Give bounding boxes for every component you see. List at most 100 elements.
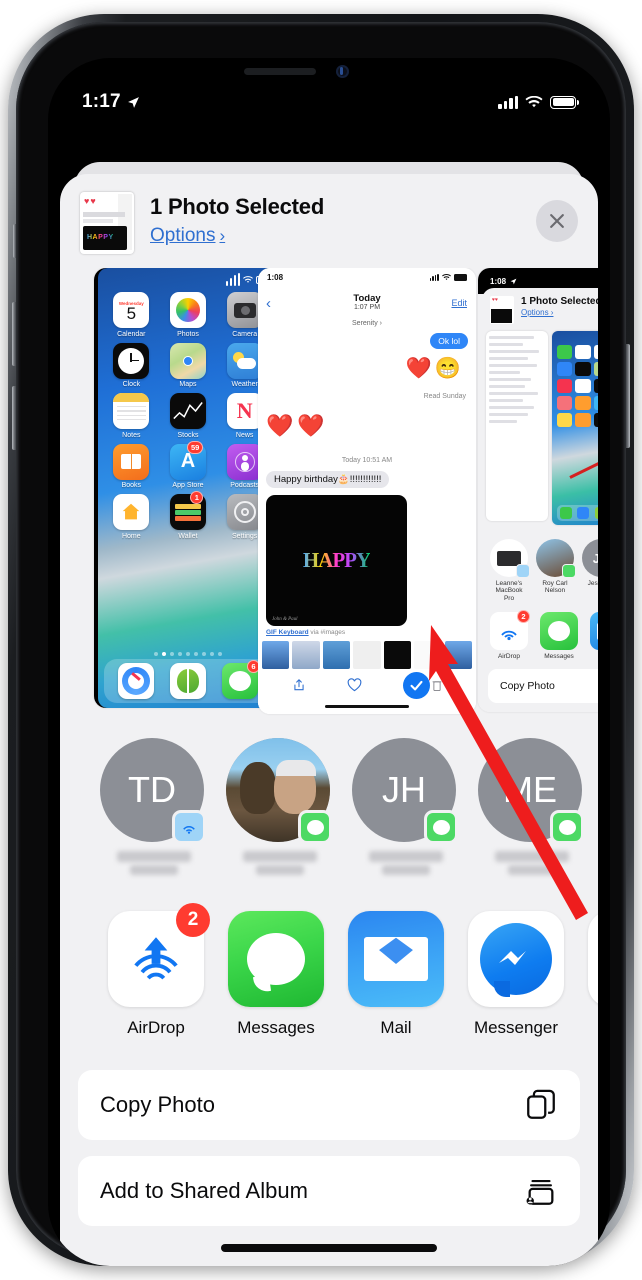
preview-messages-conversation[interactable]: 1:08 ‹ Today 1:07 PM Edit Serenity › Ok … <box>258 268 476 714</box>
app-label: Wallet <box>178 532 198 540</box>
app-mail[interactable]: Mail <box>348 911 444 1038</box>
preview-home-screen[interactable]: Wednesday 5 Calendar Photos Camera Clock… <box>94 268 278 708</box>
nested-options-link[interactable]: Options › <box>521 308 598 317</box>
conversation-time: 1:07 PM <box>353 304 381 312</box>
app-stocks[interactable]: Stocks <box>163 393 214 439</box>
app-messenger[interactable]: Messenger <box>468 911 564 1038</box>
incoming-bubble: Happy birthday🎂!!!!!!!!!!!! <box>266 471 390 488</box>
app-photos[interactable]: Photos <box>163 292 214 338</box>
apps-row[interactable]: 2 AirDrop Messages Mail Messenger <box>60 877 598 1038</box>
nested-app[interactable]: Messages <box>540 612 578 660</box>
action-add-to-shared-album[interactable]: Add to Shared Album <box>78 1156 580 1226</box>
app-label: Mail <box>380 1018 412 1037</box>
preview-strip[interactable]: Wednesday 5 Calendar Photos Camera Clock… <box>60 268 598 718</box>
app-label: Podcasts <box>230 482 260 489</box>
home-indicator-bar <box>221 1244 437 1252</box>
nested-app[interactable]: Mail <box>590 612 598 660</box>
app-calendar[interactable]: Wednesday 5 Calendar <box>106 292 157 338</box>
app-home[interactable]: Home <box>106 494 157 540</box>
app-flickr[interactable] <box>588 911 598 1038</box>
status-bar: 1:17 <box>48 84 610 120</box>
contact-jh[interactable]: JH <box>352 738 460 877</box>
photos-icon <box>169 292 206 328</box>
app-label: Messages <box>544 653 574 661</box>
nested-sheet-header: ♥♥ 1 Photo Selected Options › <box>482 288 598 324</box>
nested-contact[interactable]: JH Jes Hays <box>582 539 598 602</box>
messages-badge-icon <box>562 564 576 578</box>
app-label: Camera <box>232 330 258 338</box>
options-link[interactable]: Options › <box>150 225 225 247</box>
photo-filmstrip[interactable] <box>262 641 472 669</box>
conversation-day: Today <box>353 292 381 304</box>
gif-attachment[interactable]: HAPPY John & Paul <box>266 495 407 626</box>
safari-icon <box>118 663 154 699</box>
battery-full-icon <box>550 95 579 109</box>
calendar-icon: Wednesday 5 <box>113 292 150 328</box>
app-airdrop[interactable]: 2 AirDrop <box>108 903 210 1038</box>
messages-toolbar <box>258 670 476 700</box>
preview-home-indicator <box>325 704 409 708</box>
check-circle-icon[interactable] <box>402 671 430 699</box>
app-books[interactable]: Books <box>106 443 157 489</box>
chevron-left-icon[interactable]: ‹ <box>266 295 271 312</box>
contact-me[interactable]: ME <box>478 738 586 877</box>
dock-safari[interactable] <box>118 663 154 699</box>
status-bar-time: 1:17 <box>82 91 121 112</box>
contact-photo[interactable] <box>226 738 334 877</box>
dock-messages[interactable]: 6 <box>222 660 260 699</box>
selected-photo-thumbnail[interactable]: ♥♥ HAPPY <box>80 192 134 254</box>
cellular-bars-icon <box>498 95 518 109</box>
flickr-icon <box>588 911 598 1007</box>
messages-badge-icon <box>424 810 458 844</box>
dock-bug-app[interactable] <box>170 663 206 699</box>
badge-count: 2 <box>517 610 530 624</box>
chevron-right-icon: › <box>219 226 226 245</box>
heart-icon[interactable] <box>347 678 362 692</box>
clock-icon <box>113 342 150 379</box>
message-timestamp: Today 10:51 AM <box>341 457 393 464</box>
gif-credit-link[interactable]: GIF Keyboard <box>266 629 309 636</box>
messages-icon <box>228 911 324 1007</box>
notes-icon <box>113 393 150 429</box>
gif-signature: John & Paul <box>272 617 298 622</box>
trash-icon[interactable] <box>432 679 442 692</box>
contact-name: Leanne's MacBook Pro <box>495 580 523 602</box>
messages-nav-bar: ‹ Today 1:07 PM Edit <box>258 286 476 320</box>
messages-icon <box>540 612 578 651</box>
gif-text: HAPPY <box>302 548 371 572</box>
avatar: JH <box>352 738 458 844</box>
app-clock[interactable]: Clock <box>106 342 157 388</box>
mail-icon <box>590 612 598 651</box>
app-messages[interactable]: Messages <box>228 911 324 1038</box>
location-arrow-icon <box>510 278 517 284</box>
nested-contact[interactable]: Roy Carl Nelson <box>536 539 576 602</box>
close-button[interactable] <box>536 200 578 242</box>
messenger-icon <box>468 911 564 1007</box>
app-wallet[interactable]: 1 Wallet <box>163 491 214 540</box>
airdrop-icon: 2 <box>108 903 210 1007</box>
action-copy-photo[interactable]: Copy Photo <box>78 1070 580 1140</box>
avatar <box>226 738 332 844</box>
preview-nested-share-sheet[interactable]: 1:08 ♥♥ 1 Photo Selected Options › Leann… <box>478 268 598 712</box>
nested-contact[interactable]: Leanne's MacBook Pro <box>490 539 530 602</box>
app-maps[interactable]: Maps <box>163 342 214 388</box>
cellular-bars-icon <box>429 273 439 281</box>
app-app-store[interactable]: A 59 App Store <box>163 440 214 489</box>
nested-red-arrow <box>569 452 598 479</box>
nested-action-row[interactable]: Copy Photo <box>488 669 598 704</box>
read-receipt: Read Sunday <box>423 393 466 400</box>
app-label: Notes <box>122 431 141 439</box>
contact-td[interactable]: TD <box>100 738 208 877</box>
page-dots <box>98 652 278 656</box>
preview-status-bar: 1:08 <box>258 268 476 286</box>
action-label: Add to Shared Album <box>100 1178 308 1203</box>
edit-button[interactable]: Edit <box>451 298 467 308</box>
copy-icon <box>527 1089 555 1119</box>
contacts-row[interactable]: TD JH ME <box>60 718 598 877</box>
share-icon[interactable] <box>292 677 306 693</box>
conversation-contact[interactable]: Serenity › <box>258 320 476 331</box>
conversation-date: Today 1:07 PM <box>353 292 381 313</box>
app-notes[interactable]: Notes <box>106 393 157 439</box>
app-label: Clock <box>122 381 141 388</box>
nested-app[interactable]: 2 AirDrop <box>490 610 530 660</box>
